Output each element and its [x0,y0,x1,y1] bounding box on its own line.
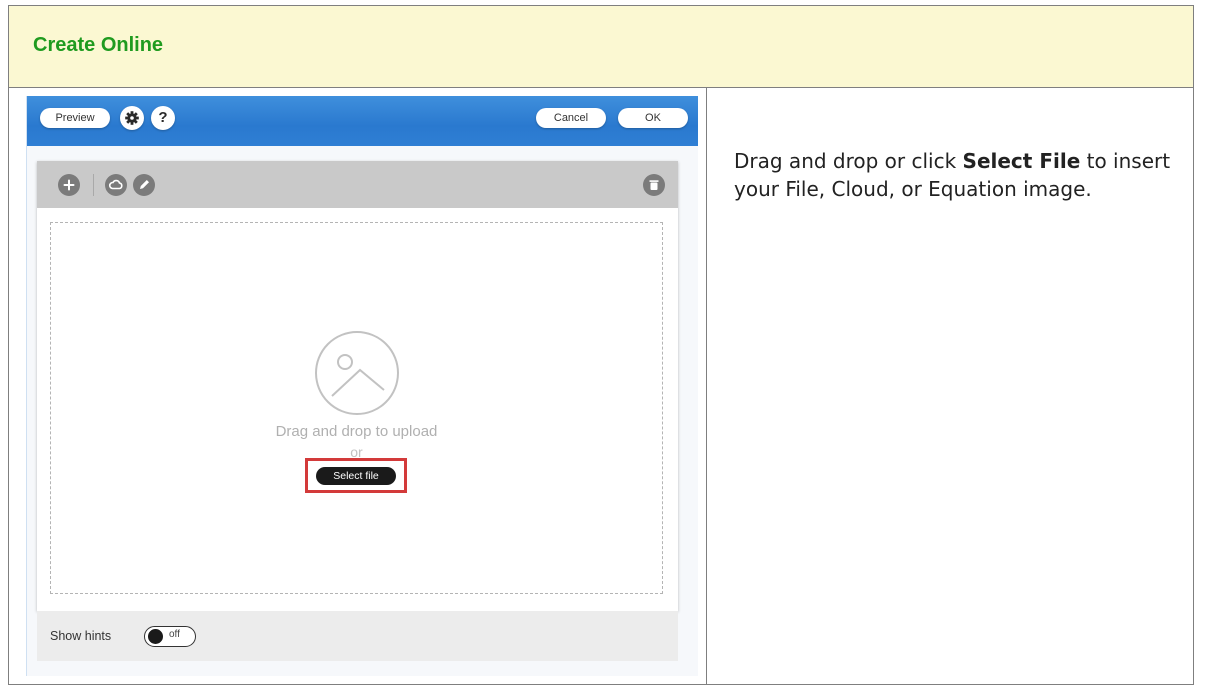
editor-toolbar [37,161,678,208]
preview-button[interactable]: Preview [40,108,110,128]
instruction-text-part1: Drag and drop or click [734,149,963,173]
show-hints-toggle[interactable]: off [144,626,196,647]
plus-icon [63,179,75,191]
column-divider [706,88,707,684]
cloud-icon [108,179,123,190]
dropzone-text: Drag and drop to upload [275,423,438,440]
pencil-icon [140,180,149,189]
instruction-text: Drag and drop or click Select File to in… [734,147,1179,203]
help-button[interactable]: ? [151,106,175,130]
upload-dropzone[interactable]: Drag and drop to upload or Select file [50,222,663,594]
edit-button[interactable] [133,174,155,196]
dialog-top-bar: Preview ? Cancel OK [27,96,698,146]
trash-icon [649,180,659,190]
hints-bar: Show hints off [37,611,678,661]
ok-button[interactable]: OK [618,108,688,128]
delete-button[interactable] [643,174,665,196]
settings-button[interactable] [120,106,144,130]
image-placeholder-icon [315,331,399,415]
select-file-button[interactable]: Select file [316,467,396,485]
toggle-state-text: off [169,629,180,640]
toolbar-separator [93,174,94,196]
section-title: Create Online [33,34,164,56]
select-file-highlight: Select file [305,458,407,493]
show-hints-label: Show hints [50,629,112,643]
gear-icon [125,111,139,125]
cancel-button[interactable]: Cancel [536,108,606,128]
editor-screenshot: Preview ? Cancel OK Drag and drop to upl… [26,96,698,676]
cloud-button[interactable] [105,174,127,196]
instruction-text-bold: Select File [962,149,1081,173]
image-editor-panel: Drag and drop to upload or Select file [37,161,678,611]
toggle-knob [148,629,163,644]
section-header: Create Online [9,6,1193,88]
add-button[interactable] [58,174,80,196]
